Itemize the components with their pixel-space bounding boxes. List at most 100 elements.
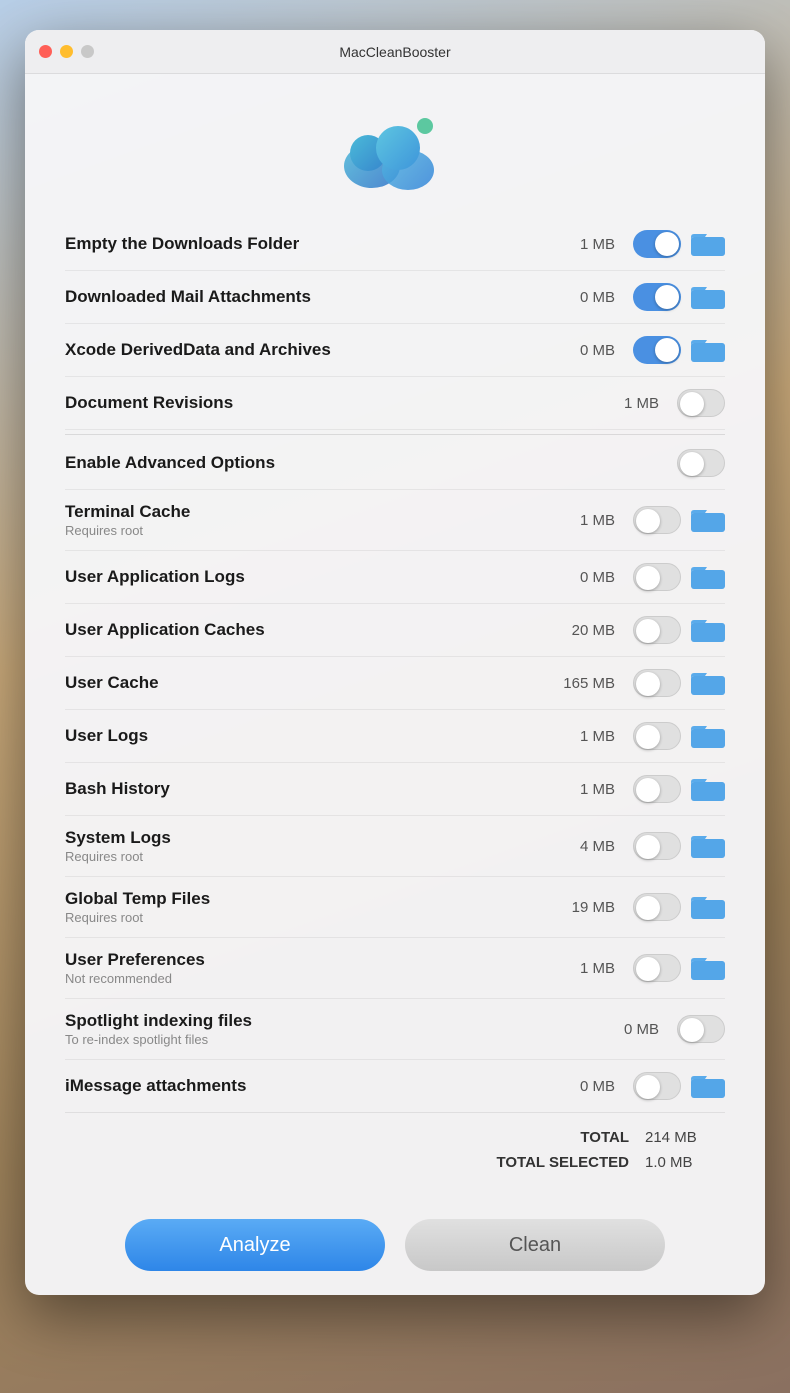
- folder-icon[interactable]: [691, 893, 725, 921]
- toggle-switch[interactable]: [677, 1015, 725, 1043]
- folder-icon[interactable]: [691, 954, 725, 982]
- toggle-switch[interactable]: [633, 893, 681, 921]
- total-label: TOTAL: [580, 1129, 629, 1146]
- item-sublabel: Not recommended: [65, 971, 535, 986]
- list-item: Spotlight indexing filesTo re-index spot…: [65, 999, 725, 1060]
- item-size: 1 MB: [545, 728, 615, 745]
- clean-button[interactable]: Clean: [405, 1219, 665, 1271]
- folder-icon[interactable]: [691, 832, 725, 860]
- list-item: System LogsRequires root4 MB: [65, 816, 725, 877]
- folder-icon[interactable]: [691, 669, 725, 697]
- item-label: Global Temp Files: [65, 889, 535, 909]
- total-selected-row: TOTAL SELECTED 1.0 MB: [65, 1150, 725, 1175]
- item-size: 1 MB: [545, 781, 615, 798]
- folder-icon[interactable]: [691, 506, 725, 534]
- toggle-knob: [636, 566, 660, 590]
- items-list: Empty the Downloads Folder 1 MB Downloade…: [65, 218, 725, 1112]
- toggle-knob: [636, 672, 660, 696]
- item-info: Document Revisions: [65, 393, 579, 413]
- item-size: 0 MB: [589, 1021, 659, 1038]
- item-info: Xcode DerivedData and Archives: [65, 340, 535, 360]
- item-label: Spotlight indexing files: [65, 1011, 579, 1031]
- toggle-switch[interactable]: [633, 669, 681, 697]
- item-info: Enable Advanced Options: [65, 453, 667, 473]
- toggle-switch[interactable]: [633, 230, 681, 258]
- item-info: Terminal CacheRequires root: [65, 502, 535, 538]
- list-item: User PreferencesNot recommended1 MB: [65, 938, 725, 999]
- titlebar: MacCleanBooster: [25, 30, 765, 74]
- item-size: 1 MB: [589, 395, 659, 412]
- item-info: User PreferencesNot recommended: [65, 950, 535, 986]
- toggle-knob: [636, 509, 660, 533]
- toggle-switch[interactable]: [633, 775, 681, 803]
- folder-icon[interactable]: [691, 336, 725, 364]
- toggle-switch[interactable]: [633, 283, 681, 311]
- folder-icon[interactable]: [691, 563, 725, 591]
- list-item: Enable Advanced Options: [65, 434, 725, 490]
- item-info: User Cache: [65, 673, 535, 693]
- item-label: Downloaded Mail Attachments: [65, 287, 535, 307]
- toggle-switch[interactable]: [633, 1072, 681, 1100]
- toggle-switch[interactable]: [633, 563, 681, 591]
- list-item: User Cache 165 MB: [65, 657, 725, 710]
- folder-icon[interactable]: [691, 616, 725, 644]
- close-button[interactable]: [39, 45, 52, 58]
- item-sublabel: Requires root: [65, 523, 535, 538]
- item-info: Spotlight indexing filesTo re-index spot…: [65, 1011, 579, 1047]
- list-item: Global Temp FilesRequires root19 MB: [65, 877, 725, 938]
- minimize-button[interactable]: [60, 45, 73, 58]
- folder-icon[interactable]: [691, 283, 725, 311]
- item-label: User Cache: [65, 673, 535, 693]
- toggle-switch[interactable]: [633, 506, 681, 534]
- traffic-lights: [39, 45, 94, 58]
- toggle-knob: [680, 392, 704, 416]
- item-info: User Logs: [65, 726, 535, 746]
- list-item: Empty the Downloads Folder 1 MB: [65, 218, 725, 271]
- list-item: Bash History 1 MB: [65, 763, 725, 816]
- toggle-knob: [636, 619, 660, 643]
- item-size: 0 MB: [545, 1078, 615, 1095]
- item-size: 165 MB: [545, 675, 615, 692]
- toggle-switch[interactable]: [633, 616, 681, 644]
- analyze-button[interactable]: Analyze: [125, 1219, 385, 1271]
- item-info: User Application Caches: [65, 620, 535, 640]
- toggle-knob: [680, 1018, 704, 1042]
- item-label: Xcode DerivedData and Archives: [65, 340, 535, 360]
- toggle-switch[interactable]: [633, 832, 681, 860]
- list-item: User Logs 1 MB: [65, 710, 725, 763]
- toggle-knob: [636, 957, 660, 981]
- toggle-knob: [680, 452, 704, 476]
- toggle-switch[interactable]: [677, 449, 725, 477]
- folder-icon[interactable]: [691, 1072, 725, 1100]
- folder-icon[interactable]: [691, 722, 725, 750]
- item-label: Bash History: [65, 779, 535, 799]
- item-size: 0 MB: [545, 289, 615, 306]
- item-size: 1 MB: [545, 512, 615, 529]
- toggle-switch[interactable]: [633, 954, 681, 982]
- item-info: Empty the Downloads Folder: [65, 234, 535, 254]
- item-size: 0 MB: [545, 342, 615, 359]
- toggle-switch[interactable]: [677, 389, 725, 417]
- content-area: Empty the Downloads Folder 1 MB Downloade…: [25, 218, 765, 1203]
- toggle-switch[interactable]: [633, 336, 681, 364]
- item-sublabel: To re-index spotlight files: [65, 1032, 579, 1047]
- item-info: Downloaded Mail Attachments: [65, 287, 535, 307]
- toggle-knob: [636, 778, 660, 802]
- list-item: User Application Caches20 MB: [65, 604, 725, 657]
- item-size: 1 MB: [545, 236, 615, 253]
- toggle-knob: [636, 896, 660, 920]
- item-label: Empty the Downloads Folder: [65, 234, 535, 254]
- total-selected-value: 1.0 MB: [645, 1154, 725, 1171]
- toggle-switch[interactable]: [633, 722, 681, 750]
- item-label: User Logs: [65, 726, 535, 746]
- folder-icon[interactable]: [691, 775, 725, 803]
- item-label: Terminal Cache: [65, 502, 535, 522]
- item-info: iMessage attachments: [65, 1076, 535, 1096]
- item-size: 19 MB: [545, 899, 615, 916]
- maximize-button[interactable]: [81, 45, 94, 58]
- total-value: 214 MB: [645, 1129, 725, 1146]
- list-item: Document Revisions 1 MB: [65, 377, 725, 430]
- folder-icon[interactable]: [691, 230, 725, 258]
- buttons-row: Analyze Clean: [25, 1203, 765, 1295]
- item-label: Enable Advanced Options: [65, 453, 667, 473]
